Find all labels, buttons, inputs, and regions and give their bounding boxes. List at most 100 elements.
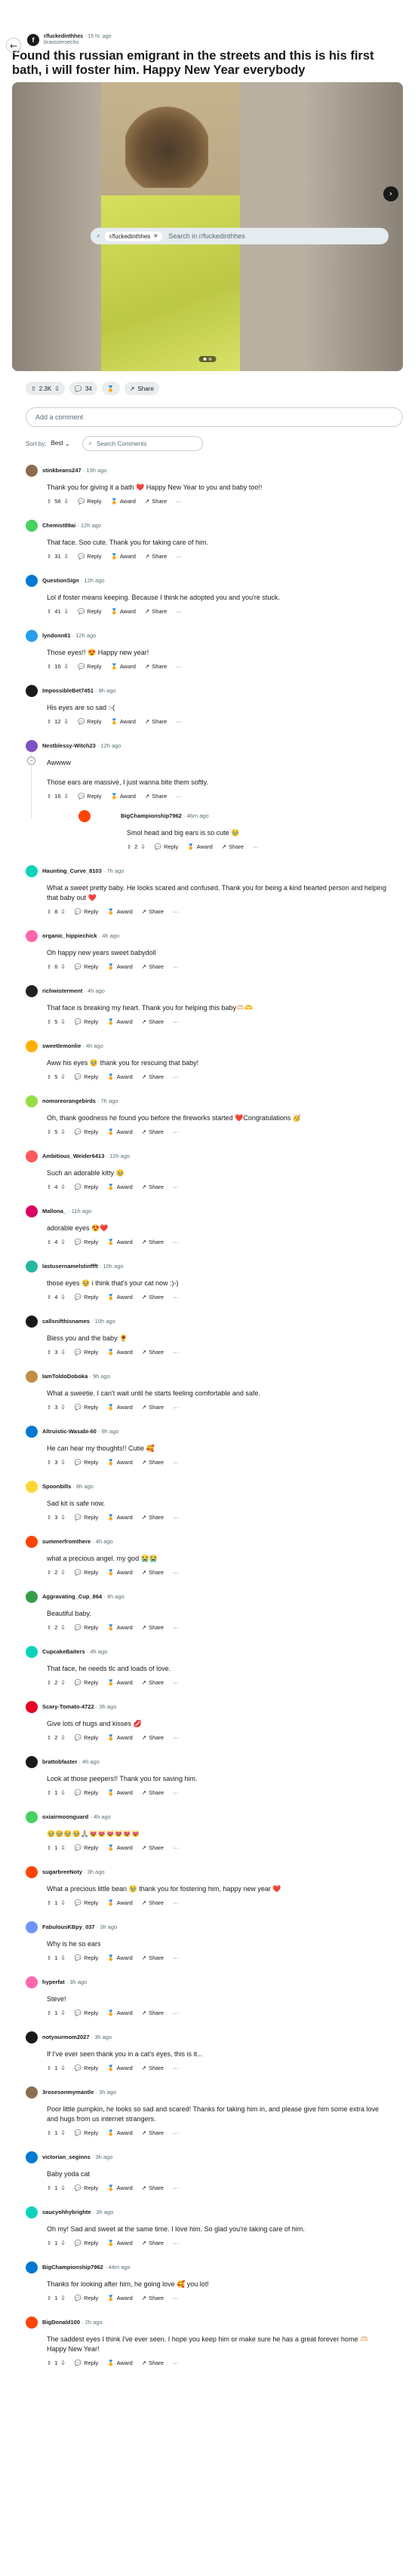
avatar[interactable] xyxy=(78,810,91,822)
comment-vote[interactable]: ⇧ 1 ⇩ xyxy=(47,2360,66,2366)
comment-vote[interactable]: ⇧ 8 ⇩ xyxy=(47,908,66,915)
more-options-button[interactable]: ··· xyxy=(173,1294,179,1300)
more-options-button[interactable]: ··· xyxy=(173,2240,179,2246)
reply-button[interactable]: 💬 Reply xyxy=(75,1954,99,1961)
reply-button[interactable]: 💬 Reply xyxy=(78,608,102,615)
downvote-icon[interactable]: ⇩ xyxy=(64,793,69,800)
comment-vote[interactable]: ⇧ 1 ⇩ xyxy=(47,2295,66,2301)
comment-vote[interactable]: ⇧ 16 ⇩ xyxy=(47,793,69,800)
post-author[interactable]: bravozeroecho xyxy=(44,40,78,45)
reply-button[interactable]: 💬 Reply xyxy=(75,1844,99,1851)
upvote-icon[interactable]: ⇧ xyxy=(47,553,51,560)
more-options-button[interactable]: ··· xyxy=(253,843,259,850)
more-options-button[interactable]: ··· xyxy=(173,1184,179,1190)
avatar[interactable] xyxy=(26,1866,38,1878)
downvote-icon[interactable]: ⇩ xyxy=(60,1679,65,1686)
reply-button[interactable]: 💬 Reply xyxy=(75,1184,99,1190)
subreddit-avatar[interactable]: f xyxy=(27,34,39,46)
more-options-button[interactable]: ··· xyxy=(173,963,179,970)
downvote-icon[interactable]: ⇩ xyxy=(140,843,145,850)
award-button[interactable]: 🏅 Award xyxy=(107,1239,132,1245)
share-button[interactable]: ↗ Share xyxy=(142,1018,164,1025)
reply-button[interactable]: 💬 Reply xyxy=(75,963,99,970)
downvote-icon[interactable]: ⇩ xyxy=(60,1459,65,1466)
award-button[interactable]: 🏅 Award xyxy=(110,718,135,725)
upvote-icon[interactable]: ⇧ xyxy=(47,498,51,505)
reply-button[interactable]: 💬 Reply xyxy=(75,1239,99,1245)
avatar[interactable] xyxy=(26,1701,38,1713)
downvote-icon[interactable]: ⇩ xyxy=(64,608,69,615)
avatar[interactable] xyxy=(26,1426,38,1438)
avatar[interactable] xyxy=(26,520,38,532)
comment-vote[interactable]: ⇧ 2 ⇩ xyxy=(47,1624,66,1631)
downvote-icon[interactable]: ⇩ xyxy=(60,1789,65,1796)
avatar[interactable] xyxy=(26,1260,38,1273)
reply-button[interactable]: 💬 Reply xyxy=(78,553,102,560)
award-button[interactable]: 🏅 Award xyxy=(107,1184,132,1190)
comment-author[interactable]: lastusernamelstinffft xyxy=(42,1263,98,1270)
comment-author[interactable]: FabulousKBpy_037 xyxy=(42,1924,95,1930)
reply-button[interactable]: 💬 Reply xyxy=(75,2360,99,2366)
share-button[interactable]: ↗ Share xyxy=(145,793,167,800)
upvote-icon[interactable]: ⇧ xyxy=(47,2065,51,2071)
comment-vote[interactable]: ⇧ 2 ⇩ xyxy=(47,1679,66,1686)
more-options-button[interactable]: ··· xyxy=(173,1899,179,1906)
more-options-button[interactable]: ··· xyxy=(176,553,182,560)
award-button[interactable]: 🏅 Award xyxy=(110,553,135,560)
award-button[interactable]: 🏅 Award xyxy=(107,1954,132,1961)
more-options-button[interactable]: ··· xyxy=(173,2129,179,2136)
more-options-button[interactable]: ··· xyxy=(176,663,182,670)
award-button[interactable]: 🏅 Award xyxy=(107,2065,132,2071)
downvote-icon[interactable]: ⇩ xyxy=(60,2295,65,2301)
more-options-button[interactable]: ··· xyxy=(176,608,182,615)
upvote-icon[interactable]: ⇧ xyxy=(47,1018,51,1025)
comment-vote[interactable]: ⇧ 4 ⇩ xyxy=(47,1294,66,1300)
comment-author[interactable]: richwisterment xyxy=(42,987,82,994)
comment-vote[interactable]: ⇧ 1 ⇩ xyxy=(47,1844,66,1851)
share-button[interactable]: ↗ Share xyxy=(142,2185,164,2191)
comment-vote[interactable]: ⇧ 1 ⇩ xyxy=(47,1954,66,1961)
comment-author[interactable]: saucyohhybrighte xyxy=(42,2209,91,2215)
reply-button[interactable]: 💬 Reply xyxy=(75,1624,99,1631)
upvote-icon[interactable]: ⇧ xyxy=(47,1679,51,1686)
avatar[interactable] xyxy=(26,1536,38,1548)
avatar[interactable] xyxy=(26,630,38,642)
share-button[interactable]: ↗ Share xyxy=(145,498,167,505)
avatar[interactable] xyxy=(26,1040,38,1052)
more-options-button[interactable]: ··· xyxy=(173,1679,179,1686)
more-options-button[interactable]: ··· xyxy=(173,1018,179,1025)
share-button[interactable]: ↗ Share xyxy=(142,1459,164,1466)
comment-author[interactable]: ImpossibleBet7451 xyxy=(42,687,94,694)
award-button[interactable]: 🏅 Award xyxy=(107,1404,132,1411)
more-options-button[interactable]: ··· xyxy=(173,1404,179,1411)
comment-vote[interactable]: ⇧ 6 ⇩ xyxy=(47,963,66,970)
share-button[interactable]: ↗ Share xyxy=(142,1679,164,1686)
avatar[interactable] xyxy=(26,2317,38,2329)
more-options-button[interactable]: ··· xyxy=(173,1349,179,1356)
comment-vote[interactable]: ⇧ 31 ⇩ xyxy=(47,553,69,560)
award-button[interactable]: 🏅 Award xyxy=(107,2185,132,2191)
comment-vote[interactable]: ⇧ 1 ⇩ xyxy=(47,2129,66,2136)
award-button[interactable]: 🏅 Award xyxy=(107,1073,132,1080)
downvote-icon[interactable]: ⇩ xyxy=(60,963,65,970)
reply-button[interactable]: 💬 Reply xyxy=(75,2240,99,2246)
comment-vote[interactable]: ⇧ 56 ⇩ xyxy=(47,498,69,505)
award-button[interactable]: 🏅 Award xyxy=(107,2129,132,2136)
reply-button[interactable]: 💬 Reply xyxy=(75,1294,99,1300)
comment-author[interactable]: stinkbeans247 xyxy=(42,467,81,474)
share-button[interactable]: ↗ Share xyxy=(142,2240,164,2246)
avatar[interactable] xyxy=(26,1976,38,1988)
more-options-button[interactable]: ··· xyxy=(173,1734,179,1741)
comment-author[interactable]: 3rosesonmymantle xyxy=(42,2089,94,2095)
reply-button[interactable]: 💬 Reply xyxy=(75,1789,99,1796)
upvote-icon[interactable]: ⇧ xyxy=(47,1184,51,1190)
comment-author[interactable]: summerfromthere xyxy=(42,1538,91,1545)
award-button[interactable]: 🏅 xyxy=(101,382,120,395)
upvote-icon[interactable]: ⇧ xyxy=(127,843,131,850)
share-button[interactable]: ↗ Share xyxy=(145,663,167,670)
avatar[interactable] xyxy=(26,1205,38,1217)
comment-vote[interactable]: ⇧ 1 ⇩ xyxy=(47,2065,66,2071)
upvote-icon[interactable]: ⇧ xyxy=(47,608,51,615)
award-button[interactable]: 🏅 Award xyxy=(107,963,132,970)
award-button[interactable]: 🏅 Award xyxy=(107,1294,132,1300)
